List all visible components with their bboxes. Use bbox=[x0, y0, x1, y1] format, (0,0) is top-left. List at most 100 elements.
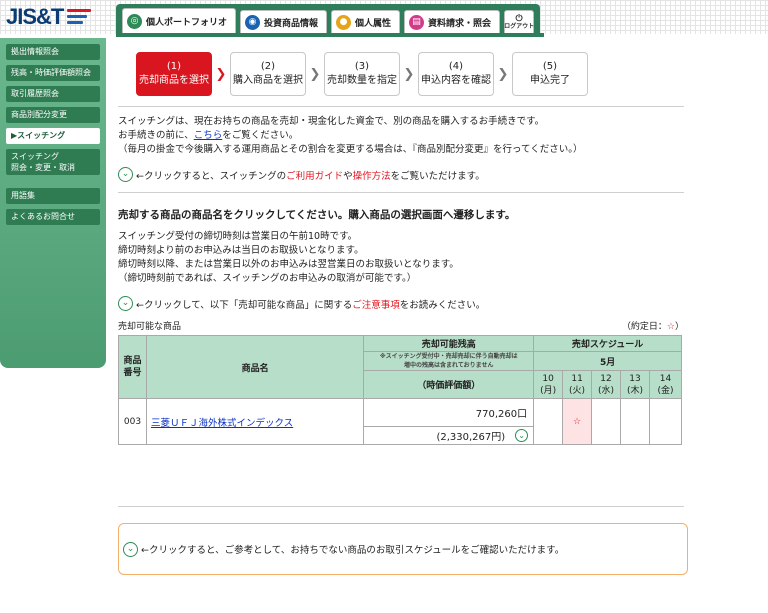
guide-mid: や bbox=[343, 170, 353, 182]
step-1: (1) 売却商品を選択 bbox=[136, 52, 212, 96]
col-header-schedule: 売却スケジュール bbox=[533, 335, 682, 352]
intro-line-1: スイッチングは、現在お持ちの商品を売却・現金化した資金で、別の商品を購入するお手… bbox=[118, 116, 545, 127]
sidebar-item-allocation-change[interactable]: 商品別配分変更 bbox=[6, 107, 100, 123]
tab-label: 個人属性 bbox=[355, 18, 392, 29]
chevron-down-icon[interactable]: ⌄ bbox=[118, 167, 133, 182]
product-code: 003 bbox=[118, 398, 147, 445]
sidebar: 拠出情報照会 残高・時価評価額照会 取引履歴照会 商品別配分変更 ▶スイッチング… bbox=[0, 38, 106, 368]
step-number: (3) bbox=[354, 61, 370, 72]
tab-personal-attributes[interactable]: ● 個人属性 bbox=[331, 10, 401, 34]
sellable-list-header: 売却可能な商品 （約定日：☆） bbox=[118, 319, 684, 332]
step-arrow-icon: ❯ bbox=[497, 66, 509, 82]
tab-label: 投資商品情報 bbox=[264, 18, 319, 29]
market-valuation: (2,330,267円) bbox=[436, 432, 506, 443]
day-header: 14 (金) bbox=[648, 370, 683, 399]
logo-mark-icon bbox=[67, 9, 92, 25]
logo-text: JIS&T bbox=[6, 4, 64, 29]
table-row: 003 三菱ＵＦＪ海外株式インデックス 770,260口 ☆ bbox=[118, 398, 683, 445]
logout-label: ログアウト bbox=[504, 22, 535, 30]
divider bbox=[118, 506, 684, 507]
sidebar-item-contribution-inquiry[interactable]: 拠出情報照会 bbox=[6, 44, 100, 60]
sidebar-item-switching-manage[interactable]: スイッチング 照会・変更・取消 bbox=[6, 149, 100, 175]
product-name-cell: 三菱ＵＦＪ海外株式インデックス bbox=[145, 398, 365, 445]
top-bar: JIS&T ◎ 個人ポートフォリオ ◉ 投資商品情報 ● 個人属性 ▤ 資料請求… bbox=[0, 0, 768, 34]
sidebar-item-faq[interactable]: よくあるお問合せ bbox=[6, 209, 100, 225]
sellable-products-table: 商品 番号 商品名 売却可能残高 売却スケジュール ※スイッチング受付中・売却売… bbox=[118, 335, 683, 445]
guide-post: をお読みください。 bbox=[399, 299, 486, 311]
step-arrow-icon: ❯ bbox=[215, 66, 227, 82]
schedule-cell bbox=[620, 398, 650, 445]
settle-post: ） bbox=[674, 322, 684, 332]
guide-post: をご覧いただけます。 bbox=[390, 170, 485, 182]
tab-document-request[interactable]: ▤ 資料請求・照会 bbox=[404, 10, 501, 34]
product-name-link[interactable]: 三菱ＵＦＪ海外株式インデックス bbox=[151, 418, 293, 429]
intro-line-2-post: をご覧ください。 bbox=[222, 130, 299, 141]
step-arrow-icon: ❯ bbox=[403, 66, 415, 82]
star-icon: ☆ bbox=[666, 322, 675, 332]
sidebar-item-history-inquiry[interactable]: 取引履歴照会 bbox=[6, 86, 100, 102]
tab-product-info[interactable]: ◉ 投資商品情報 bbox=[240, 10, 328, 34]
tab-portfolio[interactable]: ◎ 個人ポートフォリオ bbox=[122, 8, 237, 34]
star-icon: ☆ bbox=[573, 416, 582, 427]
section-heading: 売却する商品の商品名をクリックしてください。購入商品の選択画面へ遷移します。 bbox=[118, 209, 516, 221]
person-icon: ● bbox=[336, 14, 352, 30]
other-schedule-text: ←クリックすると、ご参考として、お持ちでない商品のお取引スケジュールをご確認いた… bbox=[141, 545, 565, 556]
tab-label: 個人ポートフォリオ bbox=[146, 18, 228, 28]
col-header-code: 商品 番号 bbox=[118, 335, 147, 399]
intro-line-3: （毎月の掛金で今後購入する運用商品とその割合を変更する場合は、『商品別配分変更』… bbox=[118, 144, 583, 155]
sidebar-item-glossary[interactable]: 用語集 bbox=[6, 188, 100, 204]
schedule-cell bbox=[591, 398, 621, 445]
step-4: (4) 申込内容を確認 bbox=[418, 52, 494, 96]
step-3: (3) 売却数量を指定 bbox=[324, 52, 400, 96]
day-header: 10 (月) bbox=[533, 370, 564, 399]
here-link[interactable]: こちら bbox=[194, 130, 223, 141]
step-label: 申込内容を確認 bbox=[421, 75, 491, 86]
col-header-valuation: （時価評価額） bbox=[363, 370, 535, 399]
day-header: 11 (火) bbox=[562, 370, 593, 399]
step-label: 申込完了 bbox=[530, 75, 570, 86]
divider bbox=[118, 106, 684, 107]
deadline-text: スイッチング受付の締切時刻は営業日の午前10時です。 締切時刻より前のお申込みは… bbox=[118, 231, 459, 284]
logout-button[interactable]: ⏻ ログアウト bbox=[504, 10, 534, 34]
step-number: (5) bbox=[542, 61, 558, 72]
settle-pre: （約定日： bbox=[621, 322, 667, 332]
chevron-down-icon[interactable]: ⌄ bbox=[123, 541, 138, 557]
caution-link[interactable]: ご注意事項 bbox=[352, 300, 400, 311]
globe-icon: ◉ bbox=[245, 14, 261, 30]
caution-guide-row: ⌄ ←クリックして、以下「売却可能な商品」に関するご注意事項をお読みください。 bbox=[118, 296, 684, 311]
main-content: (1) 売却商品を選択 ❯ (2) 購入商品を選択 ❯ (3) 売却数量を指定 … bbox=[118, 52, 684, 445]
guide-text: ←クリックして、以下「売却可能な商品」に関するご注意事項をお読みください。 bbox=[136, 297, 485, 311]
chevron-down-icon[interactable]: ⌄ bbox=[515, 429, 529, 442]
valuation-cell: (2,330,267円) ⌄ bbox=[363, 426, 535, 445]
col-header-name: 商品名 bbox=[145, 335, 365, 399]
intro-line-2-pre: お手続きの前に、 bbox=[118, 130, 194, 141]
schedule-cell-settlement: ☆ bbox=[562, 398, 593, 445]
month-header: 5月 bbox=[533, 351, 682, 371]
sidebar-item-balance-inquiry[interactable]: 残高・時価評価額照会 bbox=[6, 65, 100, 81]
usage-guide-link[interactable]: ご利用ガイド bbox=[286, 171, 343, 182]
other-products-schedule-box: ⌄ ←クリックすると、ご参考として、お持ちでない商品のお取引スケジュールをご確認… bbox=[118, 523, 688, 575]
usage-guide-row: ⌄ ←クリックすると、スイッチングのご利用ガイドや操作方法をご覧いただけます。 bbox=[118, 167, 684, 182]
col-header-balance: 売却可能残高 bbox=[363, 335, 535, 352]
step-number: (2) bbox=[260, 61, 276, 72]
portfolio-icon: ◎ bbox=[127, 14, 142, 29]
step-5: (5) 申込完了 bbox=[512, 52, 588, 96]
balance-note: ※スイッチング受付中・売却売却に伴う自動売却は 増中の残高は含まれておりません bbox=[363, 351, 535, 371]
guide-pre: ←クリックして、以下「売却可能な商品」に関する bbox=[136, 299, 353, 311]
step-indicator: (1) 売却商品を選択 ❯ (2) 購入商品を選択 ❯ (3) 売却数量を指定 … bbox=[136, 52, 684, 96]
list-title: 売却可能な商品 bbox=[118, 322, 182, 332]
intro-text: スイッチングは、現在お持ちの商品を売却・現金化した資金で、別の商品を購入するお手… bbox=[118, 115, 684, 157]
tab-label: 資料請求・照会 bbox=[428, 18, 492, 29]
document-icon: ▤ bbox=[409, 14, 425, 30]
step-number: (1) bbox=[166, 61, 182, 72]
schedule-cell bbox=[533, 398, 564, 445]
sidebar-item-switching[interactable]: ▶スイッチング bbox=[6, 128, 100, 144]
logo[interactable]: JIS&T bbox=[6, 4, 92, 30]
sellable-balance: 770,260口 bbox=[363, 398, 535, 427]
chevron-down-icon[interactable]: ⌄ bbox=[118, 296, 133, 311]
step-label: 売却商品を選択 bbox=[139, 75, 209, 86]
day-header: 12 (水) bbox=[591, 370, 621, 399]
step-number: (4) bbox=[448, 61, 464, 72]
operation-method-link[interactable]: 操作方法 bbox=[353, 171, 391, 182]
step-arrow-icon: ❯ bbox=[309, 66, 321, 82]
